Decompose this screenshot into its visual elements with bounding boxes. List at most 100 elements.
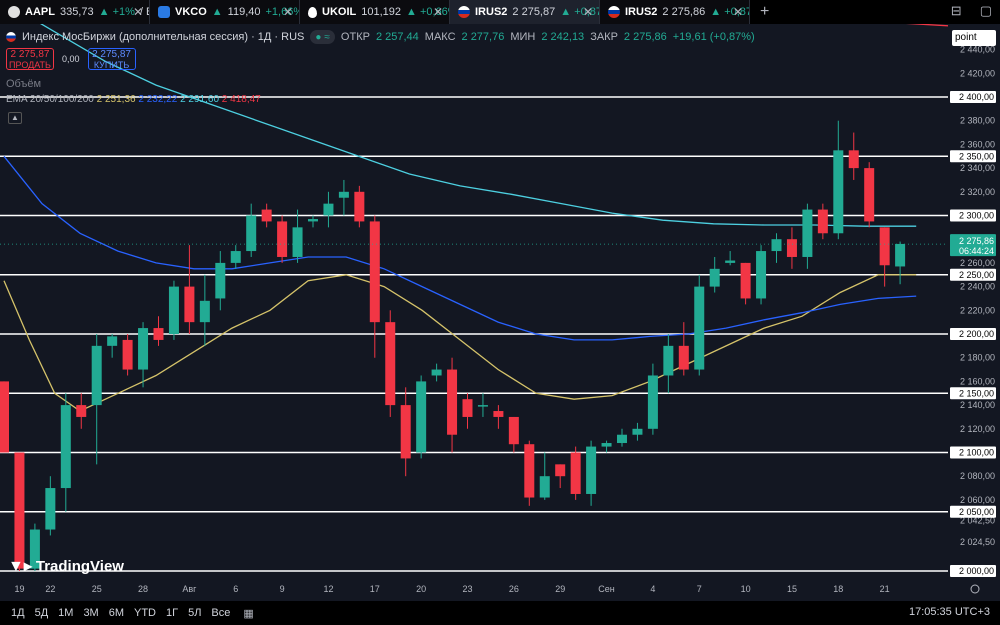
tab-symbol: IRUS2 xyxy=(475,6,508,18)
timeframe-5d[interactable]: 5Д xyxy=(30,607,54,619)
time-tick-label: 21 xyxy=(880,584,890,594)
tab-vkco[interactable]: VKCO ▲ 119,40 +1,66% / Б ✕ xyxy=(150,0,300,24)
candle-body xyxy=(215,262,226,299)
tab-change: ▲ +1% xyxy=(98,6,135,18)
price-chart[interactable]: 2 000,002 024,502 042,502 060,002 080,00… xyxy=(0,24,1000,601)
candle-body xyxy=(570,452,581,494)
ema-200-value: 2 418,47 xyxy=(221,94,261,105)
close-icon[interactable]: ✕ xyxy=(283,5,293,19)
price-tick-label: 2 440,00 xyxy=(960,45,995,55)
time-tick-label: 25 xyxy=(92,584,102,594)
russia-flag-icon xyxy=(458,6,470,18)
ema-label: EMA 20/50/100/200 xyxy=(6,94,94,105)
tradingview-logo: ▼▸ TradingView xyxy=(8,556,124,576)
timeframe-ytd[interactable]: YTD xyxy=(129,607,161,619)
tab-price: 2 275,87 xyxy=(512,6,556,18)
legend-pill[interactable]: ● ≈ xyxy=(310,30,335,44)
candle-body xyxy=(199,300,210,323)
tab-irus2-active[interactable]: IRUS2 2 275,87 ▲ +0,87% ✕ xyxy=(450,0,600,24)
level-price-label: 2 350,00 xyxy=(959,151,994,161)
sell-price: 2 275,87 xyxy=(10,49,50,60)
candle-body xyxy=(756,251,767,299)
spread-value: 0,00 xyxy=(62,54,80,64)
tab-price: 119,40 xyxy=(227,6,261,18)
time-tick-label: 26 xyxy=(509,584,519,594)
calendar-icon[interactable]: ▦ xyxy=(243,607,253,620)
close-icon[interactable]: ✕ xyxy=(733,5,743,19)
tab-change: ▲ xyxy=(211,6,223,18)
timeframe-all[interactable]: Все xyxy=(206,607,235,619)
legend-title: Индекс МосБиржи (дополнительная сессия) … xyxy=(22,31,305,43)
candle-body xyxy=(60,405,71,489)
candle-body xyxy=(601,443,612,447)
candle-body xyxy=(632,428,643,435)
time-tick-label: Сен xyxy=(598,584,615,594)
tab-bar: AAPL 335,73 ▲ +1% / Без ✕ VKCO ▲ 119,40 … xyxy=(0,0,1000,24)
time-tick-label: 4 xyxy=(650,584,655,594)
sell-button[interactable]: 2 275,87 ПРОДАТЬ xyxy=(6,48,54,70)
timeframe-6m[interactable]: 6М xyxy=(104,607,129,619)
price-tick-label: 2 240,00 xyxy=(960,282,995,292)
candle-body xyxy=(153,328,164,340)
tab-price: 2 275,86 xyxy=(662,6,706,18)
tab-irus2[interactable]: IRUS2 2 275,86 ▲ +0,87% ✕ xyxy=(600,0,750,24)
tab-aapl[interactable]: AAPL 335,73 ▲ +1% / Без ✕ xyxy=(0,0,150,24)
timeframe-1m[interactable]: 1М xyxy=(53,607,78,619)
vk-icon xyxy=(158,6,170,18)
candle-body xyxy=(740,262,751,299)
collapse-icon[interactable]: ▲ xyxy=(8,112,22,124)
current-price-countdown: 06:44:24 xyxy=(959,246,994,256)
ema-100-value: 2 291,60 xyxy=(180,94,220,105)
close-icon[interactable]: ✕ xyxy=(133,5,143,19)
point-input[interactable]: point xyxy=(952,30,996,46)
candle-body xyxy=(400,405,411,459)
price-tick-label: 2 260,00 xyxy=(960,258,995,268)
close-icon[interactable]: ✕ xyxy=(433,5,443,19)
tab-ukoil[interactable]: UKOIL 101,192 ▲ +0,66% ✕ xyxy=(300,0,450,24)
candle-body xyxy=(14,452,25,569)
candle-body xyxy=(107,336,118,346)
price-tick-label: 2 120,00 xyxy=(960,424,995,434)
level-price-label: 2 000,00 xyxy=(959,566,994,576)
candle-body xyxy=(184,286,195,323)
high-value: 2 277,76 xyxy=(461,31,505,43)
candle-body xyxy=(277,221,288,257)
tradingview-logo-icon: ▼▸ xyxy=(8,558,32,575)
window-icon[interactable]: ▢ xyxy=(980,3,992,19)
candle-body xyxy=(261,209,272,222)
open-value: 2 257,44 xyxy=(375,31,419,43)
candle-body xyxy=(895,243,906,267)
candle-body xyxy=(848,150,859,169)
candle-body xyxy=(725,260,736,263)
timeframe-5y[interactable]: 5Л xyxy=(183,607,206,619)
candles xyxy=(0,120,906,571)
timeframe-3m[interactable]: 3М xyxy=(78,607,103,619)
russia-flag-icon xyxy=(608,6,620,18)
candle-body xyxy=(416,381,427,453)
close-icon[interactable]: ✕ xyxy=(583,5,593,19)
candle-body xyxy=(138,328,149,370)
price-tick-label: 2 220,00 xyxy=(960,305,995,315)
level-price-label: 2 100,00 xyxy=(959,448,994,458)
timeframe-1d[interactable]: 1Д xyxy=(6,607,30,619)
time-tick-label: 17 xyxy=(370,584,380,594)
buy-button[interactable]: 2 275,87 КУПИТЬ xyxy=(87,48,136,70)
logo-text: TradingView xyxy=(35,557,124,575)
tab-symbol: VKCO xyxy=(175,6,207,18)
tab-change: ▲ +0,87% xyxy=(710,6,749,18)
candle-body xyxy=(678,345,689,370)
current-price-tag: 2 275,8606:44:24 xyxy=(0,234,996,257)
candle-body xyxy=(292,227,303,257)
candle-body xyxy=(663,345,674,376)
add-tab-icon[interactable]: + xyxy=(750,0,779,24)
candle-body xyxy=(0,381,9,453)
layout-icon[interactable]: ⊟ xyxy=(951,3,962,19)
time-axis-bg xyxy=(0,580,1000,601)
price-tick-label: 2 060,00 xyxy=(960,495,995,505)
candle-body xyxy=(879,227,890,266)
level-price-label: 2 150,00 xyxy=(959,388,994,398)
timeframe-1y[interactable]: 1Г xyxy=(161,607,183,619)
price-tick-label: 2 024,50 xyxy=(960,537,995,547)
clock[interactable]: 17:05:35 UTC+3 xyxy=(909,606,990,618)
time-tick-label: 15 xyxy=(787,584,797,594)
